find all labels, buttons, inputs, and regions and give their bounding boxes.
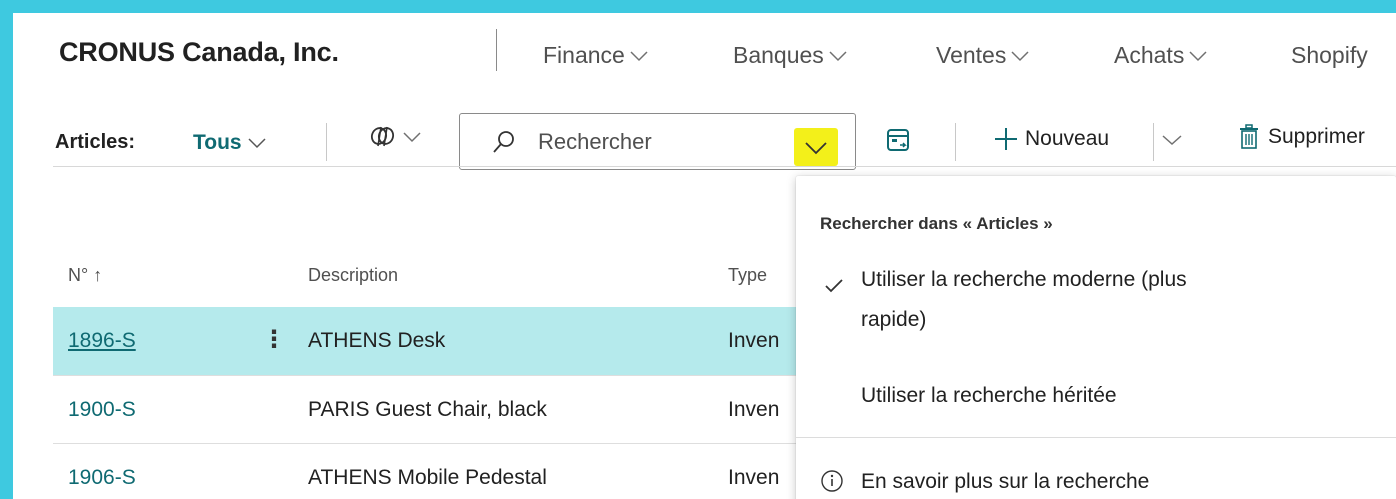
new-options-button[interactable] — [1161, 133, 1183, 151]
nav-shopify-label: Shopify — [1291, 42, 1368, 68]
item-type: Inven — [728, 329, 780, 352]
menu-item-legacy-search[interactable]: Utiliser la recherche héritée — [861, 376, 1361, 416]
menu-item-modern-search-line1: Utiliser la recherche moderne (plus — [861, 268, 1187, 291]
nav-finance-label: Finance — [543, 42, 625, 68]
action-bar: Articles: Tous Rechercher Nouveau Suppri… — [13, 93, 1396, 170]
nav-finance[interactable]: Finance — [543, 42, 649, 69]
column-header-description[interactable]: Description — [308, 265, 398, 286]
menu-item-learn-more[interactable]: En savoir plus sur la recherche — [861, 470, 1149, 494]
search-box[interactable] — [459, 113, 856, 170]
new-button-label: Nouveau — [1025, 127, 1110, 150]
layout-button[interactable] — [885, 127, 911, 158]
nav-achats-label: Achats — [1114, 42, 1185, 68]
item-type: Inven — [728, 466, 780, 489]
column-header-no[interactable]: N° ↑ — [68, 265, 102, 286]
split-divider — [1153, 123, 1154, 161]
nav-banques-label: Banques — [733, 42, 824, 68]
item-number-link[interactable]: 1900-S — [68, 398, 136, 422]
nav-ventes[interactable]: Ventes — [936, 42, 1030, 69]
chevron-down-icon — [805, 142, 827, 155]
company-name[interactable]: CRONUS Canada, Inc. — [59, 37, 339, 68]
row-actions-icon[interactable]: ⋮ — [262, 325, 286, 354]
toolbar-divider — [326, 123, 327, 161]
item-number-link[interactable]: 1906-S — [68, 466, 136, 490]
item-description: ATHENS Desk — [308, 329, 446, 352]
view-selector-label: Tous — [193, 131, 242, 154]
trash-icon — [1240, 124, 1258, 149]
chevron-down-icon — [248, 138, 266, 149]
item-number-link[interactable]: 1896-S — [68, 329, 136, 353]
header-divider — [53, 166, 1396, 167]
new-button[interactable]: Nouveau — [993, 126, 1109, 152]
item-description: ATHENS Mobile Pedestal — [308, 466, 547, 489]
table-layout-icon — [887, 129, 909, 151]
chevron-down-icon — [403, 132, 421, 143]
search-input[interactable] — [538, 128, 778, 156]
menu-title: Rechercher dans « Articles » — [820, 214, 1053, 233]
nav-ventes-label: Ventes — [936, 42, 1007, 68]
chevron-down-icon — [1011, 50, 1029, 61]
item-description: PARIS Guest Chair, black — [308, 398, 547, 421]
nav-achats[interactable]: Achats — [1114, 42, 1208, 69]
plus-icon — [995, 128, 1017, 150]
view-selector[interactable]: Tous — [193, 131, 267, 155]
chevron-down-icon — [829, 50, 847, 61]
checkmark-icon — [824, 278, 844, 299]
delete-button-label: Supprimer — [1268, 125, 1365, 148]
nav-shopify[interactable]: Shopify — [1291, 42, 1368, 69]
nav-banques[interactable]: Banques — [733, 42, 848, 69]
toolbar-divider — [955, 123, 956, 161]
search-options-menu: Rechercher dans « Articles » Utiliser la… — [796, 176, 1396, 499]
top-navigation: CRONUS Canada, Inc. Finance Banques Vent… — [13, 13, 1396, 93]
menu-divider — [796, 437, 1396, 438]
info-icon — [820, 469, 844, 498]
column-header-type[interactable]: Type — [728, 265, 767, 286]
menu-item-modern-search-line2: rapide) — [861, 308, 927, 331]
filter-pane-button[interactable] — [370, 125, 422, 149]
page-title: Articles: — [55, 131, 136, 153]
search-icon — [492, 130, 516, 159]
nav-divider — [496, 29, 497, 71]
search-options-button[interactable] — [794, 128, 838, 166]
chevron-down-icon — [1162, 135, 1182, 146]
chevron-down-icon — [1189, 50, 1207, 61]
delete-button[interactable]: Supprimer — [1238, 124, 1365, 150]
menu-item-modern-search[interactable]: Utiliser la recherche moderne (plus rapi… — [861, 260, 1361, 340]
app-window: CRONUS Canada, Inc. Finance Banques Vent… — [13, 13, 1396, 499]
filter-icon — [370, 126, 395, 147]
item-type: Inven — [728, 398, 780, 421]
chevron-down-icon — [630, 50, 648, 61]
